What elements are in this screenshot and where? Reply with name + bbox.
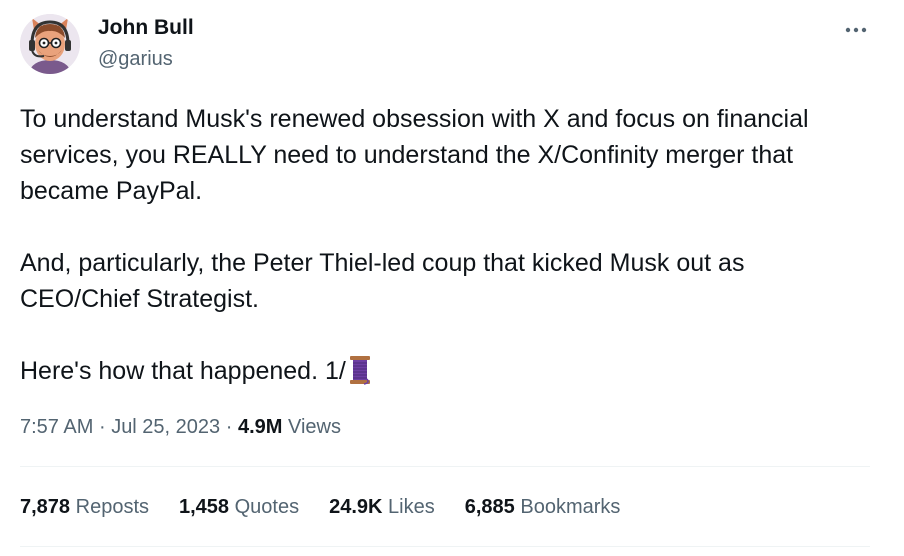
tweet-timestamp-link[interactable]: 7:57 AM · Jul 25, 2023 [20,416,220,438]
meta-separator: · [225,416,233,438]
tweet-text: To understand Musk's renewed obsession w… [20,101,880,395]
tweet-paragraph: To understand Musk's renewed obsession w… [20,105,809,205]
tweet-time: 7:57 AM [20,416,94,438]
reposts-label: Reposts [75,496,149,518]
tweet-paragraph: Here's how that happened. 1/ [20,353,880,395]
tweet-card: John Bull @garius To understand Musk's r… [0,0,904,556]
author-avatar[interactable] [20,14,80,74]
tweet-paragraph-text: Here's how that happened. 1/ [20,357,346,385]
divider [20,466,870,467]
reposts-count: 7,878 [20,496,71,518]
spool-of-thread-icon [348,355,372,395]
reposts-stat[interactable]: 7,878 Reposts [20,493,149,521]
author-handle[interactable]: @garius [98,47,173,71]
engagement-stats: 7,878 Reposts 1,458 Quotes 24.9K Likes 6… [20,493,650,521]
likes-count: 24.9K [329,496,383,518]
quotes-label: Quotes [234,496,300,518]
quotes-count: 1,458 [179,496,230,518]
avatar-illustration-icon [20,14,80,74]
more-options-button[interactable] [838,18,874,42]
likes-label: Likes [388,496,435,518]
views-count: 4.9M [237,416,283,438]
author-display-name[interactable]: John Bull [98,16,194,40]
likes-stat[interactable]: 24.9K Likes [329,493,435,521]
tweet-paragraph: And, particularly, the Peter Thiel-led c… [20,249,745,313]
quotes-stat[interactable]: 1,458 Quotes [179,493,299,521]
tweet-date: Jul 25, 2023 [111,416,221,438]
meta-separator: · [98,416,106,438]
more-horizontal-icon [845,27,867,33]
bookmarks-stat[interactable]: 6,885 Bookmarks [465,493,621,521]
views-label: Views [288,416,341,438]
bookmarks-label: Bookmarks [520,496,621,518]
bookmarks-count: 6,885 [464,496,515,518]
tweet-meta: 7:57 AM · Jul 25, 2023 · 4.9M Views [20,413,341,441]
divider [20,546,870,547]
